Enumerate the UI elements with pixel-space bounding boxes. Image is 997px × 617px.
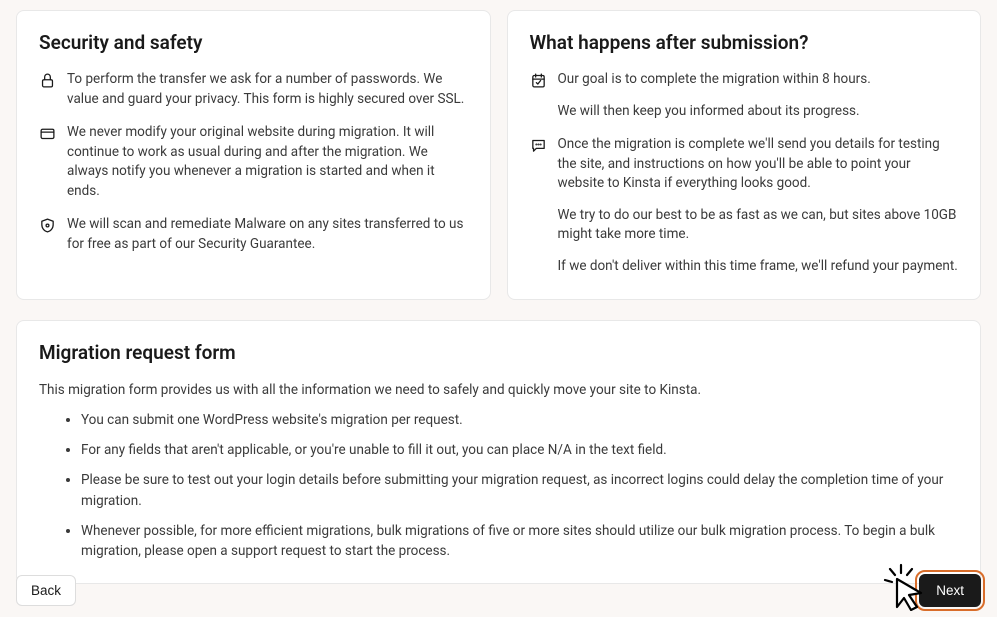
back-button[interactable]: Back [16, 575, 76, 607]
after-item-text: If we don't deliver within this time fra… [558, 257, 959, 277]
list-item: For any fields that aren't applicable, o… [81, 440, 958, 460]
security-item-text: We never modify your original website du… [67, 123, 468, 201]
list-item: Please be sure to test out your login de… [81, 470, 958, 511]
content-wrap: Security and safety To perform the trans… [0, 0, 997, 584]
after-item-body: Our goal is to complete the migration wi… [558, 70, 959, 121]
footer-bar: Back Next [0, 574, 997, 608]
two-column-row: Security and safety To perform the trans… [16, 10, 981, 300]
security-item-text: To perform the transfer we ask for a num… [67, 70, 468, 109]
security-item: To perform the transfer we ask for a num… [39, 70, 468, 109]
form-card-title: Migration request form [39, 341, 958, 364]
next-button[interactable]: Next [919, 574, 981, 608]
security-item-text: We will scan and remediate Malware on an… [67, 215, 468, 254]
after-item-text: Our goal is to complete the migration wi… [558, 70, 959, 90]
form-card-bullets: You can submit one WordPress website's m… [39, 410, 958, 562]
form-card-intro: This migration form provides us with all… [39, 380, 958, 400]
security-card-title: Security and safety [39, 31, 468, 54]
after-submission-card: What happens after submission? Our goal … [507, 10, 982, 300]
after-item-text: We try to do our best to be as fast as w… [558, 206, 959, 245]
calendar-icon [530, 70, 558, 89]
after-item: Our goal is to complete the migration wi… [530, 70, 959, 121]
lock-icon [39, 70, 67, 89]
after-card-title: What happens after submission? [530, 31, 959, 54]
after-item-text: Once the migration is complete we'll sen… [558, 135, 959, 194]
security-item: We will scan and remediate Malware on an… [39, 215, 468, 254]
shield-icon [39, 215, 67, 234]
after-item-body: Once the migration is complete we'll sen… [558, 135, 959, 276]
chat-icon [530, 135, 558, 154]
migration-form-card: Migration request form This migration fo… [16, 320, 981, 585]
after-item: Once the migration is complete we'll sen… [530, 135, 959, 276]
after-item-text: We will then keep you informed about its… [558, 102, 959, 122]
card-icon [39, 123, 67, 142]
security-item: We never modify your original website du… [39, 123, 468, 201]
security-card: Security and safety To perform the trans… [16, 10, 491, 300]
list-item: You can submit one WordPress website's m… [81, 410, 958, 430]
list-item: Whenever possible, for more efficient mi… [81, 521, 958, 562]
